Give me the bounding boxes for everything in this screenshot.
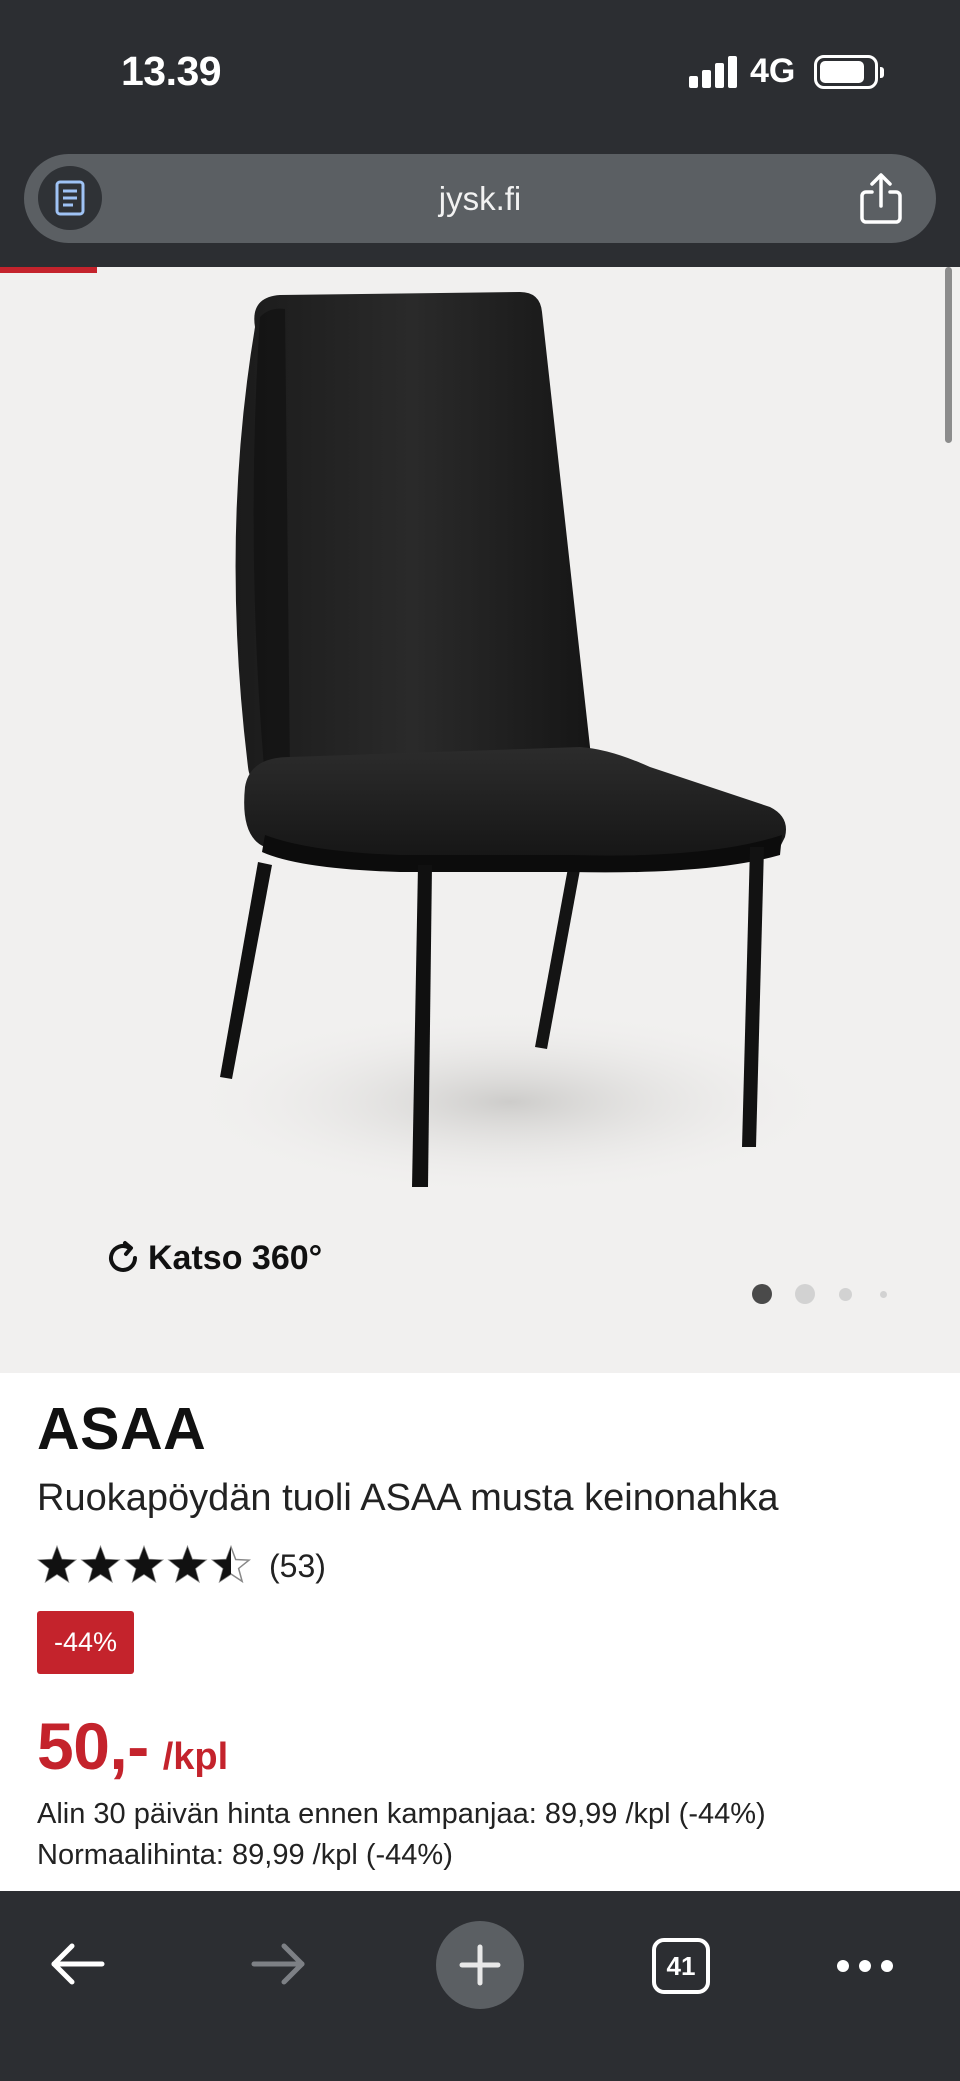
share-button[interactable]: [856, 172, 906, 226]
discount-badge: -44%: [37, 1611, 134, 1674]
view-360-button[interactable]: Katso 360°: [104, 1236, 322, 1280]
url-text[interactable]: jysk.fi: [24, 154, 936, 243]
tab-count: 41: [652, 1938, 710, 1994]
star-3: [125, 1547, 163, 1582]
new-tab-button[interactable]: [436, 1921, 524, 2009]
battery-icon: [814, 55, 884, 89]
product-brand: ASAA: [37, 1396, 207, 1462]
normal-price: Normaalihinta: 89,99 /kpl (-44%): [37, 1839, 453, 1871]
status-time: 13.39: [121, 48, 222, 94]
rating-stars: [37, 1544, 251, 1584]
back-button[interactable]: [44, 1931, 110, 1997]
review-count[interactable]: (53): [269, 1548, 326, 1585]
cellular-signal-icon: [689, 56, 737, 88]
product-image-gallery[interactable]: Katso 360°: [0, 267, 960, 1373]
more-menu-button[interactable]: [830, 1936, 900, 1996]
product-info: ASAA Ruokapöydän tuoli ASAA musta keinon…: [0, 1373, 960, 1891]
gallery-dot-1[interactable]: [752, 1284, 772, 1304]
gallery-pagination[interactable]: [750, 1282, 900, 1306]
status-bar: 13.39 4G: [0, 0, 960, 140]
price-amount: 50,-: [37, 1709, 149, 1783]
lowest-30-day-price: Alin 30 päivän hinta ennen kampanjaa: 89…: [37, 1798, 766, 1830]
star-2: [82, 1547, 119, 1582]
gallery-dot-3[interactable]: [839, 1288, 852, 1301]
forward-button[interactable]: [246, 1931, 312, 1997]
price-unit: /kpl: [162, 1736, 229, 1778]
star-4: [169, 1547, 206, 1582]
product-image-chair[interactable]: [150, 287, 840, 1287]
back-arrow-icon: [51, 1943, 105, 1985]
product-price: 50,- /kpl: [37, 1708, 228, 1784]
address-bar[interactable]: jysk.fi: [24, 154, 936, 243]
gallery-dot-4[interactable]: [880, 1291, 887, 1298]
browser-address-area: jysk.fi: [0, 140, 960, 267]
share-icon: [860, 173, 902, 224]
star-1: [38, 1547, 76, 1582]
campaign-ribbon: [0, 267, 97, 273]
scrollbar-thumb[interactable]: [945, 267, 952, 443]
view-360-label: Katso 360°: [148, 1238, 323, 1277]
product-rating[interactable]: (53): [37, 1541, 326, 1591]
more-dots-icon: [837, 1960, 893, 1972]
tabs-button[interactable]: 41: [650, 1936, 712, 1996]
rotate-icon: [109, 1241, 137, 1272]
forward-arrow-icon: [251, 1943, 305, 1985]
plus-icon: [459, 1944, 501, 1986]
network-type: 4G: [750, 52, 796, 90]
gallery-dot-2[interactable]: [795, 1284, 815, 1304]
product-title: Ruokapöydän tuoli ASAA musta keinonahka: [37, 1477, 779, 1519]
browser-toolbar: 41: [0, 1891, 960, 2081]
